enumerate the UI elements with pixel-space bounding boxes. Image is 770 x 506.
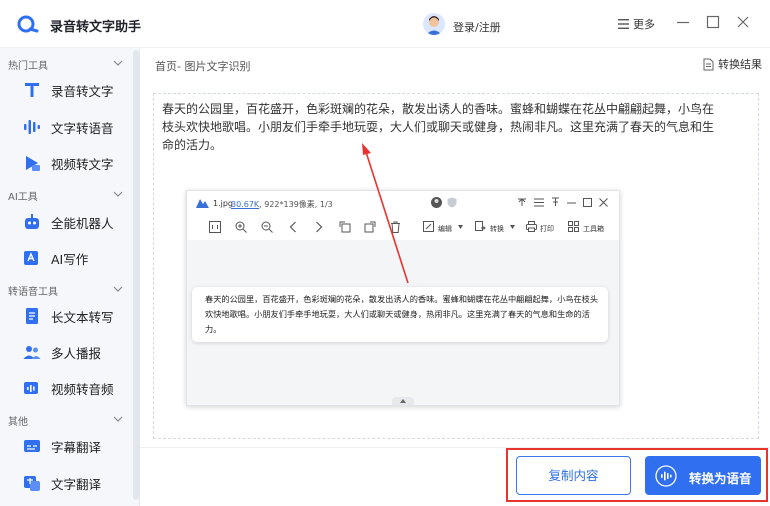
chevron-down-icon[interactable] [113,189,123,199]
section-title-hot: 热门工具 [8,61,48,72]
zoom-out-icon [261,221,273,233]
waveform-icon [24,120,40,134]
viewer-pin2-icon [552,197,559,206]
sidebar-item-all-robot[interactable]: 全能机器人 [0,204,132,240]
sidebar-item-long-text[interactable]: 长文本转写 [0,298,132,334]
convert-to-speech-button[interactable]: 转换为语音 [645,456,761,495]
viewer-print-label: 打印 [540,225,554,233]
viewer-logo-icon [196,199,209,208]
viewer-page: , 1/3 [314,200,333,209]
menu-icon [618,19,629,29]
caret-down-icon [458,225,463,229]
viewer-close-icon [599,198,608,207]
prev-icon [289,221,296,233]
breadcrumb[interactable]: 首页- 图片文字识别 [155,58,250,74]
ai-write-icon [24,251,38,265]
viewer-filesize: 30.67K [231,200,260,209]
video-audio-icon [24,382,38,394]
sound-wave-icon [655,465,677,487]
subtitle-icon [24,440,40,452]
caret-down-icon [510,225,515,229]
sidebar-item-audio-to-text[interactable]: 录音转文字 [0,72,132,108]
recognized-text[interactable]: 春天的公园里，百花盛开，色彩斑斓的花朵，散发出诱人的香味。蜜蜂和蝴蝶在花丛中翩翩… [162,100,718,154]
conversion-result-link[interactable]: 转换结果 [703,56,762,72]
convert-button-label: 转换为语音 [689,471,752,486]
sidebar-item-ai-writing[interactable]: AI写作 [0,240,132,276]
users-icon [23,346,41,359]
caret-up-icon [400,399,406,403]
next-icon [316,221,323,233]
section-title-ai: AI工具 [8,192,38,203]
edit-icon [423,221,434,232]
print-icon [526,221,537,232]
chevron-down-icon[interactable] [113,58,123,68]
convert-icon [475,221,486,231]
sidebar-item-multi-speaker[interactable]: 多人播报 [0,334,132,370]
toolbox-icon [568,221,579,232]
viewer-toolbox-label: 工具箱 [583,225,604,233]
minimize-icon[interactable] [675,14,691,30]
document-icon [26,308,38,324]
chevron-down-icon[interactable] [113,284,123,294]
viewer-maximize-icon [583,198,592,207]
close-icon[interactable] [735,14,751,30]
shield-icon [447,197,457,208]
title-bar: 录音转文字助手 登录/注册 更多 [0,0,770,48]
viewer-filename: 1.jpg [213,199,234,208]
viewer-menu-icon [534,198,544,207]
more-menu[interactable]: 更多 [618,16,655,32]
sidebar-item-video-to-text[interactable]: 视频转文字 [0,145,132,181]
viewer-edit-label: 编辑 [438,225,452,233]
app-logo-icon [17,15,39,33]
result-link-label: 转换结果 [718,58,762,71]
rotate-left-icon [339,221,351,233]
sidebar-item-video-to-audio[interactable]: 视频转音频 [0,370,132,406]
video-play-icon [26,156,40,171]
viewer-minimize-icon [567,202,576,204]
sidebar-item-subtitle-translate[interactable]: 字幕翻译 [0,428,132,464]
annotation-arrow [362,143,409,284]
login-link[interactable]: 登录/注册 [453,19,501,35]
maximize-icon[interactable] [705,14,721,30]
zoom-in-icon [235,221,247,233]
sidebar-scrollbar[interactable] [133,50,139,500]
sidebar-item-text-translate[interactable]: 文字翻译 [0,465,132,501]
actual-size-icon [209,221,221,233]
section-title-tts: 转语音工具 [8,287,58,298]
sidebar-item-text-to-speech[interactable]: 文字转语音 [0,109,132,145]
avatar[interactable] [423,13,445,35]
viewer-dimensions: , 922*139像素 [259,200,315,209]
viewer-pin-icon [518,198,526,206]
viewer-convert-label: 转换 [490,225,504,233]
robot-icon [25,214,39,229]
viewer-avatar-icon [431,197,442,208]
chevron-down-icon[interactable] [113,414,123,424]
app-title: 录音转文字助手 [50,20,142,35]
section-title-other: 其他 [8,417,28,428]
viewer-image-text: 春天的公园里，百花盛开，色彩斑斓的花朵，散发出诱人的香味。蜜蜂和蝴蝶在花丛中翩翩… [205,294,599,334]
text-t-icon [25,83,39,97]
file-icon [703,58,714,70]
translate-icon [24,476,40,491]
copy-content-button[interactable]: 复制内容 [516,456,631,495]
more-label: 更多 [633,18,655,31]
